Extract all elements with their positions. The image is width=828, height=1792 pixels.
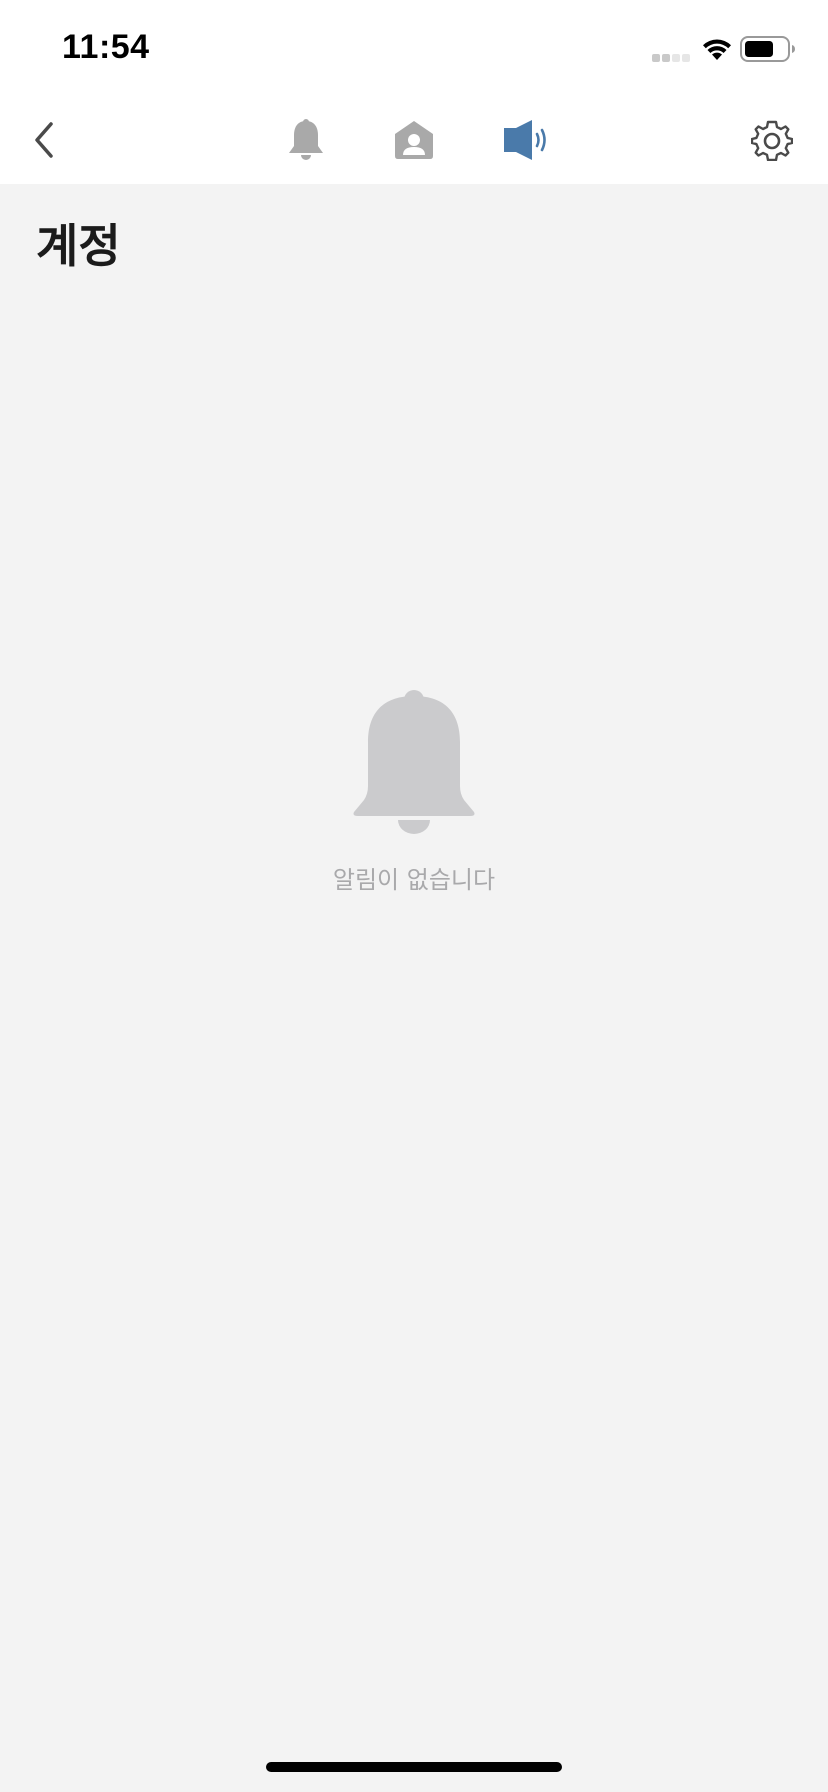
tab-notifications[interactable]	[276, 108, 336, 172]
speaker-icon	[504, 120, 546, 160]
bell-icon	[289, 119, 323, 160]
home-indicator[interactable]	[266, 1762, 562, 1772]
empty-state: 알림이 없습니다	[0, 690, 828, 895]
wifi-icon	[703, 39, 731, 60]
cellular-signal-icon	[652, 54, 690, 62]
contact-card-icon	[395, 121, 433, 159]
settings-button[interactable]	[742, 108, 802, 172]
gear-icon	[751, 120, 793, 161]
tab-contacts[interactable]	[384, 108, 444, 172]
chevron-left-icon	[35, 122, 53, 158]
battery-icon	[740, 36, 795, 62]
empty-state-message: 알림이 없습니다	[332, 866, 496, 894]
page-title: 계정	[36, 219, 121, 273]
status-bar: 11:54	[0, 0, 828, 96]
status-time: 11:54	[62, 28, 150, 66]
top-nav-bar	[0, 96, 828, 184]
tab-announcements[interactable]	[492, 108, 558, 172]
back-button[interactable]	[16, 108, 72, 172]
bell-icon	[353, 690, 475, 834]
